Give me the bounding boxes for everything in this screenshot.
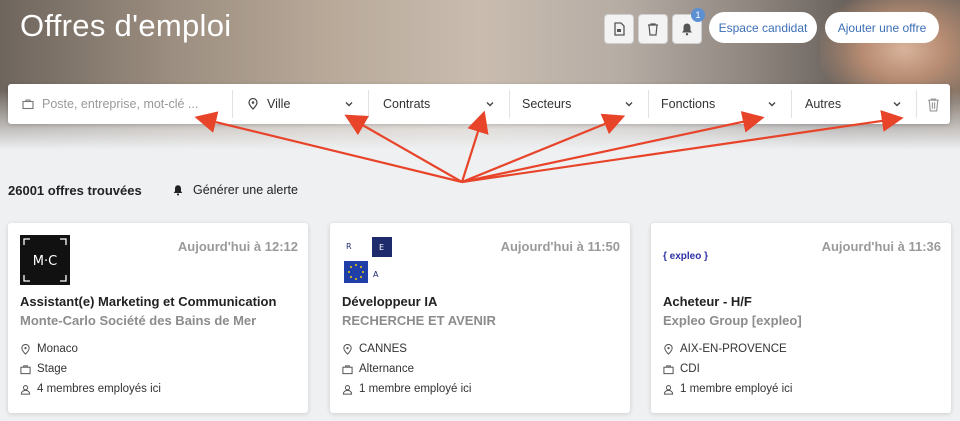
company-logo: { expleo } <box>663 251 709 262</box>
job-card[interactable]: { expleo } Aujourd'hui à 11:36 Acheteur … <box>651 223 951 413</box>
briefcase-icon <box>342 364 353 374</box>
company-name: Monte-Carlo Société des Bains de Mer <box>20 313 257 328</box>
job-card[interactable]: R E A Aujourd'hui à 11:50 Développeur IA… <box>330 223 630 413</box>
contract-text: CDI <box>680 363 700 375</box>
bell-icon <box>173 185 183 196</box>
sectors-label: Secteurs <box>522 97 572 111</box>
job-location: Monaco <box>20 343 78 355</box>
user-icon <box>342 384 353 395</box>
company-name: Expleo Group [expleo] <box>663 313 802 328</box>
company-name: RECHERCHE ET AVENIR <box>342 313 496 328</box>
job-employees: 1 membre employé ici <box>342 383 471 395</box>
create-alert-label: Générer une alerte <box>193 183 298 197</box>
map-pin-icon <box>343 343 352 355</box>
job-contract: Stage <box>20 363 67 375</box>
functions-label: Fonctions <box>661 97 716 111</box>
job-contract: Alternance <box>342 363 414 375</box>
espace-candidat-button[interactable]: Espace candidat <box>709 12 817 43</box>
trash-icon <box>648 23 658 36</box>
contract-text: Alternance <box>359 363 414 375</box>
job-employees: 1 membre employé ici <box>663 383 792 395</box>
svg-text:E: E <box>379 243 384 252</box>
sectors-select[interactable]: Secteurs <box>510 84 648 124</box>
svg-text:R: R <box>346 242 352 251</box>
search-bar: Poste, entreprise, mot-clé ... Ville Con… <box>8 84 950 124</box>
location-text: Monaco <box>37 343 78 355</box>
employees-text: 1 membre employé ici <box>680 383 793 395</box>
export-pdf-button[interactable] <box>604 14 634 44</box>
keyword-placeholder: Poste, entreprise, mot-clé ... <box>42 97 199 111</box>
create-alert-button[interactable]: Générer une alerte <box>172 183 298 197</box>
job-title[interactable]: Développeur IA <box>342 294 437 309</box>
chevron-down-icon <box>486 102 494 107</box>
contracts-label: Contrats <box>383 97 431 111</box>
file-pdf-icon <box>614 22 625 36</box>
chevron-down-icon <box>768 102 776 107</box>
others-select[interactable]: Autres <box>792 84 916 124</box>
briefcase-icon <box>20 364 31 374</box>
results-count: 26001 offres trouvées <box>8 183 142 198</box>
contract-text: Stage <box>37 363 68 375</box>
company-logo: M·C <box>20 235 70 285</box>
delete-button[interactable] <box>638 14 668 44</box>
logo-text: M·C <box>33 254 57 269</box>
briefcase-icon <box>22 99 34 110</box>
job-location: CANNES <box>342 343 407 355</box>
city-label: Ville <box>267 97 291 111</box>
add-offer-button[interactable]: Ajouter une offre <box>825 12 939 43</box>
city-select[interactable]: Ville <box>233 84 368 124</box>
job-contract: CDI <box>663 363 700 375</box>
others-label: Autres <box>805 97 842 111</box>
functions-select[interactable]: Fonctions <box>649 84 791 124</box>
bell-icon <box>682 23 692 36</box>
employees-text: 4 membres employés ici <box>37 383 161 395</box>
location-text: AIX-EN-PROVENCE <box>680 343 787 355</box>
job-title[interactable]: Acheteur - H/F <box>663 294 752 309</box>
employees-text: 1 membre employé ici <box>359 383 472 395</box>
chevron-down-icon <box>345 102 353 107</box>
posted-time: Aujourd'hui à 11:50 <box>500 239 620 254</box>
job-employees: 4 membres employés ici <box>20 383 161 395</box>
map-pin-icon <box>248 98 258 110</box>
map-pin-icon <box>664 343 673 355</box>
keyword-field[interactable]: Poste, entreprise, mot-clé ... <box>8 84 232 124</box>
location-text: CANNES <box>359 343 407 355</box>
job-card[interactable]: M·C Aujourd'hui à 12:12 Assistant(e) Mar… <box>8 223 308 413</box>
page-title: Offres d'emploi <box>20 8 232 43</box>
posted-time: Aujourd'hui à 12:12 <box>177 239 298 254</box>
chevron-down-icon <box>625 102 633 107</box>
trash-icon <box>928 98 939 112</box>
svg-text:A: A <box>373 270 379 279</box>
user-icon <box>663 384 674 395</box>
map-pin-icon <box>21 343 30 355</box>
notification-badge: 1 <box>691 8 705 22</box>
company-logo: R E A <box>342 235 394 285</box>
user-icon <box>20 384 31 395</box>
posted-time: Aujourd'hui à 11:36 <box>821 239 941 254</box>
chevron-down-icon <box>893 102 901 107</box>
clear-filters-button[interactable] <box>917 84 950 124</box>
briefcase-icon <box>663 364 674 374</box>
job-title[interactable]: Assistant(e) Marketing et Communication <box>20 294 276 309</box>
job-location: AIX-EN-PROVENCE <box>663 343 787 355</box>
contracts-select[interactable]: Contrats <box>369 84 509 124</box>
